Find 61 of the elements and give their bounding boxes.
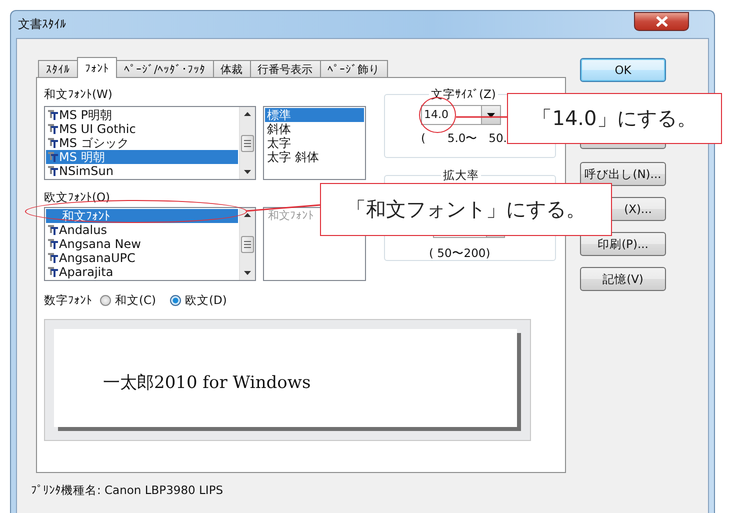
close-icon — [656, 16, 668, 27]
up-arrow-icon[interactable] — [244, 213, 251, 217]
printer-name: ﾌﾟﾘﾝﾀ機種名: Canon LBP3980 LIPS — [31, 483, 224, 497]
radio-icon[interactable] — [170, 294, 182, 306]
field-label: 和文ﾌｫﾝﾄ(W) — [44, 87, 114, 101]
list-item[interactable]: AngsanaUPC — [46, 251, 238, 265]
scrollbar[interactable] — [239, 107, 255, 179]
scrollbar[interactable] — [239, 208, 255, 280]
tab[interactable]: 行番号表示 — [250, 60, 321, 77]
list-item[interactable]: MS P明朝 — [46, 108, 238, 122]
list-item[interactable]: 斜体 — [265, 122, 364, 136]
font-icon — [48, 253, 58, 263]
radio-button[interactable]: 欧文(D) — [170, 292, 227, 308]
dialog-button[interactable]: OK — [580, 58, 666, 82]
callout-tooltip: 「14.0」にする。 — [507, 93, 722, 144]
up-arrow-icon[interactable] — [244, 112, 251, 116]
list-item[interactable]: MS UI Gothic — [46, 122, 238, 136]
window-title: 文書ｽﾀｲﾙ — [18, 16, 66, 33]
dropdown-icon — [487, 112, 495, 118]
list-item[interactable]: MS ゴシック — [46, 136, 238, 150]
size-combo[interactable]: 14.0 — [421, 105, 501, 125]
leader-line — [456, 116, 508, 118]
list-item: 和文ﾌｫﾝﾄ — [267, 209, 315, 223]
tab[interactable]: ﾍﾟｰｼﾞ飾り — [320, 60, 388, 77]
group-label: 拡大率 — [442, 168, 480, 182]
list-item[interactable]: Angsana New — [46, 237, 238, 251]
font-icon — [48, 267, 58, 277]
list-item[interactable]: 標準 — [265, 108, 364, 122]
down-arrow-icon[interactable] — [244, 271, 251, 275]
list-item[interactable]: 太字 斜体 — [265, 150, 364, 164]
tab[interactable]: ｽﾀｲﾙ — [38, 60, 78, 77]
callout-tooltip: 「和文フォント」にする。 — [320, 183, 612, 236]
range-text: ( 5.0〜 50. — [421, 132, 508, 145]
field-label: 数字ﾌｫﾝﾄ — [44, 292, 92, 308]
font-icon — [48, 124, 58, 134]
tab[interactable]: ﾌｫﾝﾄ — [77, 57, 117, 78]
close-button[interactable] — [634, 12, 689, 31]
dialog-button[interactable]: 印刷(P)... — [580, 232, 666, 256]
list-item[interactable]: MS 明朝 — [46, 150, 238, 164]
radio-icon[interactable] — [100, 294, 111, 306]
scroll-thumb[interactable] — [241, 134, 254, 152]
tab[interactable]: ﾍﾟｰｼﾞ/ﾍｯﾀﾞ･ﾌｯﾀ — [116, 60, 214, 77]
list-item[interactable]: Aparajita — [46, 265, 238, 279]
radio-button[interactable]: 和文(C) — [100, 292, 156, 308]
tab[interactable]: 体裁 — [212, 60, 251, 77]
preview-text: 一太郎2010 for Windows — [103, 372, 311, 394]
font-icon — [48, 152, 58, 162]
font-icon — [48, 225, 58, 235]
scroll-thumb[interactable] — [241, 236, 254, 252]
down-arrow-icon[interactable] — [244, 170, 251, 174]
list-item[interactable]: 太字 — [265, 136, 364, 150]
font-icon — [48, 110, 58, 120]
list-item[interactable]: Andalus — [46, 223, 238, 237]
list-item[interactable]: NSimSun — [46, 164, 238, 178]
range-text: ( 50〜200) — [429, 247, 492, 260]
font-icon — [48, 239, 58, 249]
dialog-button[interactable]: 呼び出し(N)... — [580, 162, 666, 186]
font-icon — [48, 138, 58, 148]
field-label: 欧文ﾌｫﾝﾄ(O) — [44, 190, 112, 204]
dialog-button[interactable]: 記憶(V) — [580, 267, 666, 291]
font-icon — [48, 166, 58, 176]
